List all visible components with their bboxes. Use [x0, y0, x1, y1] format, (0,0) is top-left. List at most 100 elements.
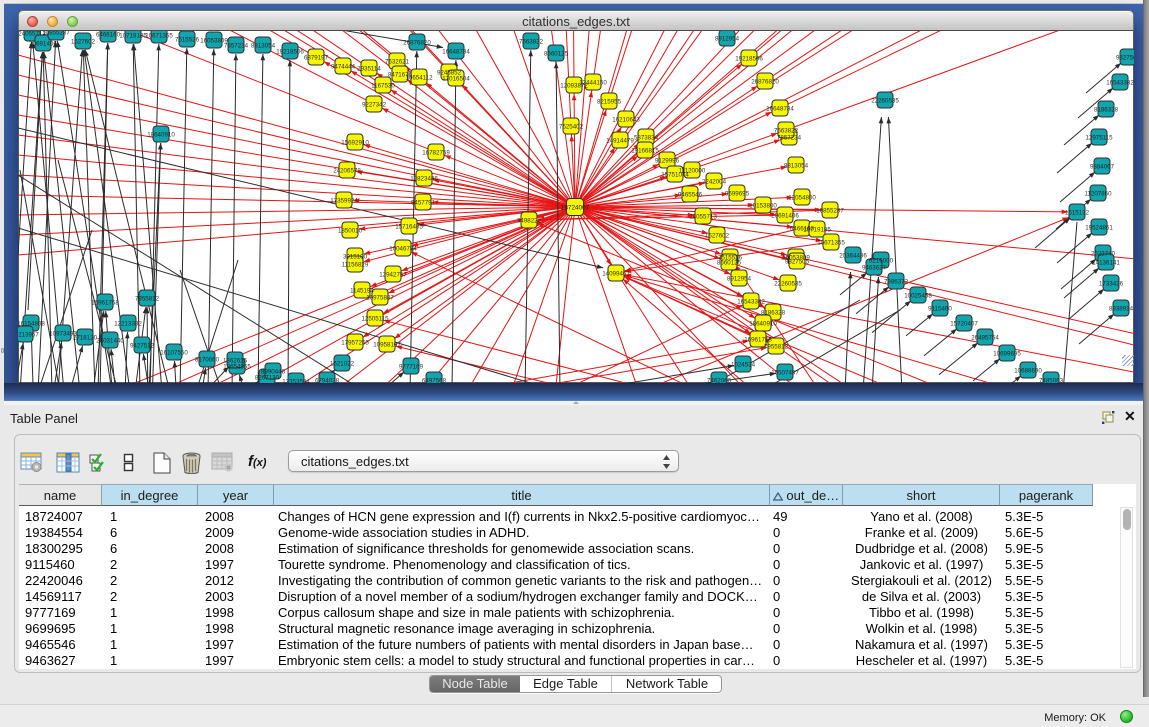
svg-text:2935114: 2935114	[357, 65, 381, 72]
svg-text:12823446: 12823446	[410, 175, 438, 182]
svg-text:1527602: 1527602	[71, 38, 96, 45]
svg-text:26876820: 26876820	[403, 39, 431, 46]
svg-text:8215955: 8215955	[597, 98, 622, 105]
svg-text:20691406: 20691406	[771, 212, 799, 219]
svg-text:9227342: 9227342	[362, 101, 387, 108]
svg-text:2522740: 2522740	[1091, 250, 1116, 257]
svg-text:2718120: 2718120	[73, 334, 98, 341]
svg-text:16648784: 16648784	[442, 48, 470, 55]
svg-text:9474444: 9474444	[331, 63, 356, 70]
svg-text:1145194: 1145194	[350, 287, 374, 294]
svg-text:24055713: 24055713	[689, 213, 717, 220]
svg-text:28031440: 28031440	[96, 337, 124, 344]
svg-text:12505115: 12505115	[361, 315, 389, 322]
svg-text:13353594: 13353594	[282, 378, 310, 383]
svg-text:22260535: 22260535	[871, 97, 899, 104]
svg-text:12975115: 12975115	[1085, 134, 1113, 141]
svg-text:26495754: 26495754	[971, 334, 999, 341]
svg-text:10025458: 10025458	[904, 292, 932, 299]
svg-text:2242004: 2242004	[702, 178, 727, 185]
svg-text:16543382: 16543382	[1106, 79, 1134, 86]
svg-text:7663822: 7663822	[774, 127, 799, 134]
svg-text:10507487: 10507487	[771, 369, 799, 376]
svg-text:7663822: 7663822	[519, 38, 544, 45]
svg-text:22260535: 22260535	[774, 280, 802, 287]
svg-text:10671355: 10671355	[145, 32, 173, 39]
svg-text:1850010: 1850010	[338, 227, 363, 234]
svg-text:1621022: 1621022	[330, 360, 355, 367]
svg-text:14099461: 14099461	[602, 270, 630, 277]
svg-text:8813054: 8813054	[251, 42, 276, 49]
svg-text:19218506: 19218506	[735, 55, 763, 62]
svg-text:16154808: 16154808	[18, 320, 45, 327]
svg-text:9327505: 9327505	[1116, 54, 1134, 61]
svg-text:20691406: 20691406	[29, 40, 57, 47]
svg-text:11207860: 11207860	[1084, 190, 1112, 197]
svg-text:10688690: 10688690	[1014, 367, 1042, 374]
svg-text:16961758: 16961758	[744, 336, 772, 343]
svg-text:5873834: 5873834	[634, 134, 659, 141]
svg-text:16782759: 16782759	[422, 149, 450, 156]
svg-text:10975887: 10975887	[366, 294, 394, 301]
svg-text:10153800: 10153800	[749, 202, 777, 209]
svg-text:14914479: 14914479	[606, 137, 634, 144]
svg-text:8990448: 8990448	[261, 368, 286, 375]
svg-text:15720407: 15720407	[950, 320, 978, 327]
svg-text:8186328: 8186328	[1094, 106, 1119, 113]
svg-text:8813054: 8813054	[784, 162, 809, 169]
svg-text:12942757: 12942757	[379, 271, 407, 278]
svg-text:1167530: 1167530	[371, 82, 395, 89]
svg-text:9463627: 9463627	[862, 264, 887, 271]
svg-text:1527602: 1527602	[705, 232, 730, 239]
svg-text:15692910: 15692910	[341, 139, 369, 146]
svg-text:3498222: 3498222	[517, 217, 542, 224]
svg-text:7485063: 7485063	[1039, 377, 1064, 383]
svg-text:10855287: 10855287	[816, 207, 844, 214]
svg-text:9777169: 9777169	[399, 363, 424, 370]
svg-text:10855287: 10855287	[42, 31, 70, 36]
svg-text:8267130: 8267130	[255, 374, 280, 381]
svg-text:7955812: 7955812	[764, 343, 789, 350]
svg-text:12054800: 12054800	[788, 194, 816, 201]
svg-text:8660125: 8660125	[544, 50, 569, 57]
svg-text:20364436: 20364436	[839, 252, 867, 259]
svg-text:16961758: 16961758	[91, 299, 119, 306]
svg-text:1615132: 1615132	[1065, 209, 1090, 216]
svg-text:7857234: 7857234	[777, 134, 802, 141]
svg-text:17016504: 17016504	[442, 75, 470, 82]
svg-text:9327505: 9327505	[785, 258, 810, 265]
svg-text:18640910: 18640910	[147, 131, 175, 138]
svg-text:10654112: 10654112	[405, 74, 433, 81]
svg-text:15716485: 15716485	[395, 223, 423, 230]
svg-text:16210643: 16210643	[612, 116, 640, 123]
svg-text:7625402: 7625402	[559, 123, 584, 130]
svg-text:6466160: 6466160	[96, 31, 121, 38]
svg-text:17957255: 17957255	[341, 339, 369, 346]
svg-text:10719185: 10719185	[119, 32, 147, 39]
svg-text:9115460: 9115460	[928, 305, 952, 312]
svg-text:14136141: 14136141	[1092, 259, 1120, 266]
svg-text:7986372: 7986372	[884, 278, 909, 285]
svg-text:9129996: 9129996	[655, 157, 680, 164]
svg-text:16543382: 16543382	[737, 298, 765, 305]
svg-text:10046784: 10046784	[389, 245, 417, 252]
svg-text:8170060: 8170060	[195, 356, 220, 363]
svg-text:9457791: 9457791	[411, 199, 436, 206]
svg-text:10671355: 10671355	[817, 239, 845, 246]
svg-text:12213382: 12213382	[114, 320, 142, 327]
svg-text:19654955: 19654955	[223, 363, 251, 370]
svg-text:11120000: 11120000	[679, 167, 706, 174]
svg-text:10719185: 10719185	[803, 226, 831, 233]
svg-text:8912954: 8912954	[727, 275, 752, 282]
svg-text:12444150: 12444150	[579, 79, 607, 86]
svg-text:6794028: 6794028	[315, 377, 340, 383]
svg-text:1362615: 1362615	[223, 357, 248, 364]
svg-text:9427512: 9427512	[130, 342, 155, 349]
svg-text:6879197: 6879197	[304, 54, 329, 61]
svg-text:7462060: 7462060	[707, 377, 732, 383]
svg-text:16107550: 16107550	[160, 349, 188, 356]
svg-text:18640910: 18640910	[749, 320, 777, 327]
svg-text:16648784: 16648784	[766, 105, 794, 112]
svg-text:8186328: 8186328	[761, 309, 786, 316]
svg-text:1024534: 1024534	[731, 361, 756, 368]
